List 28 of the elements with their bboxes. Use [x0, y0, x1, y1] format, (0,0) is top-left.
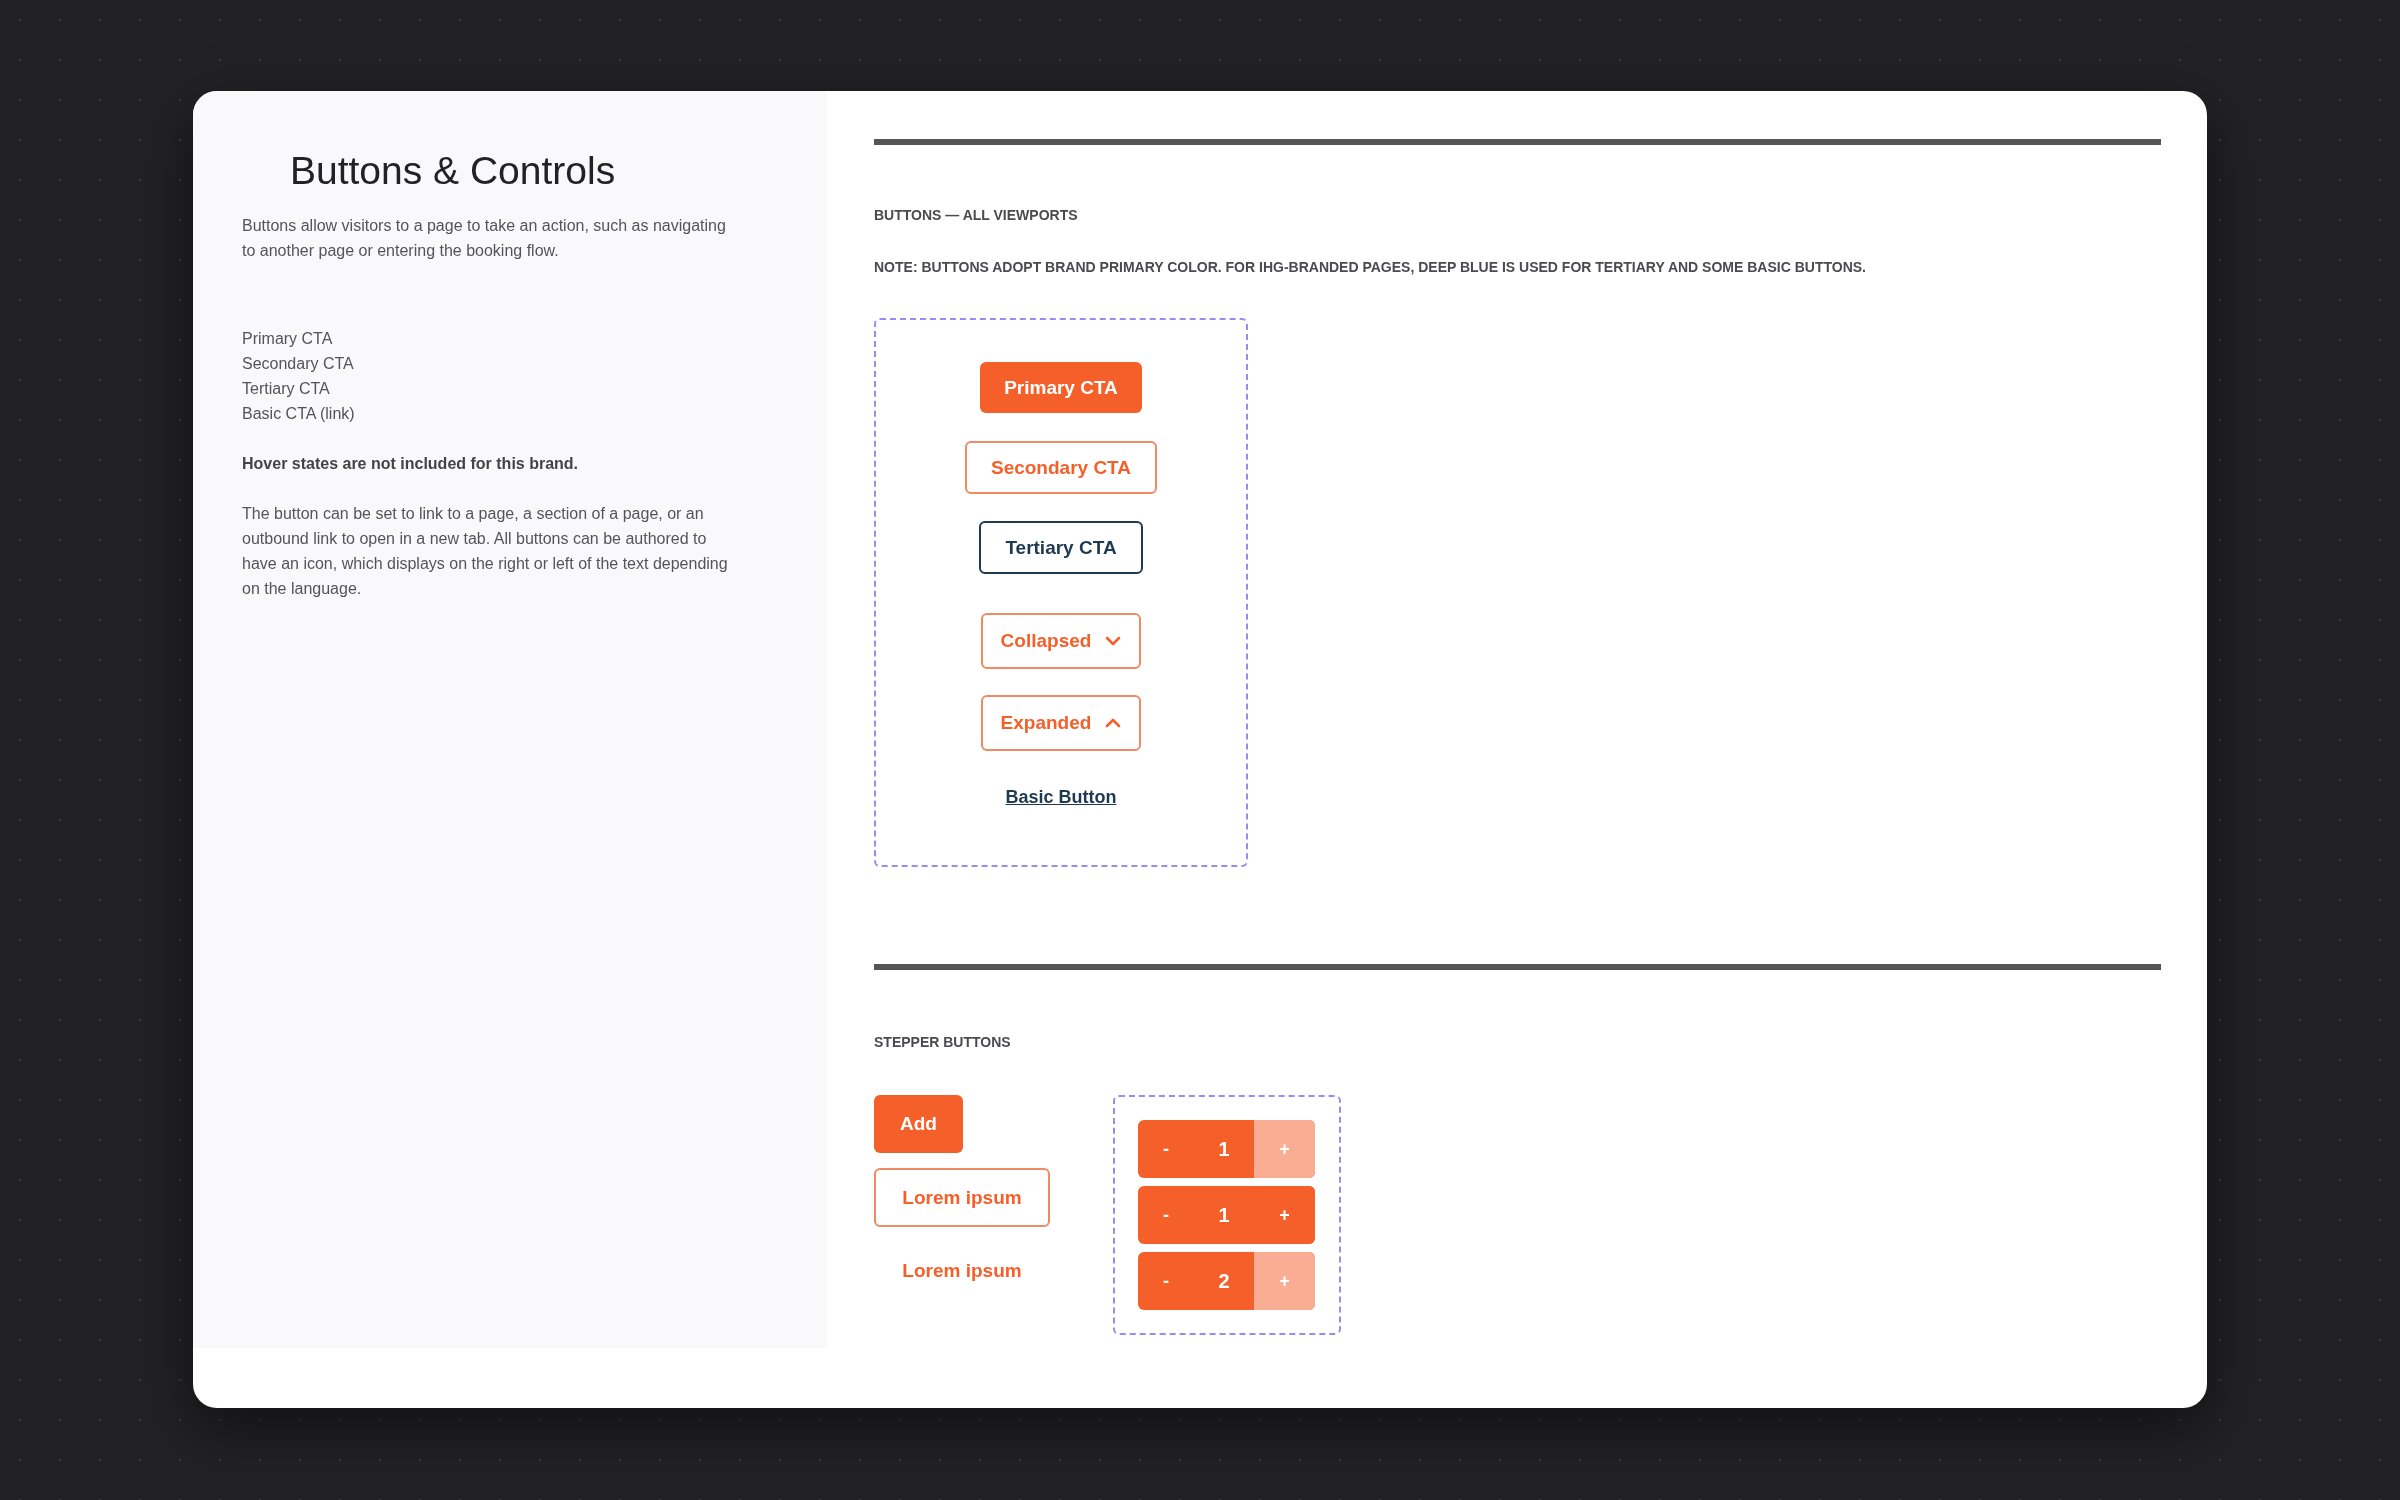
stepper-value: 2 — [1217, 1268, 1231, 1294]
page-title: Buttons & Controls — [290, 149, 617, 193]
decrement-button[interactable]: - — [1138, 1120, 1194, 1178]
dropdown-button[interactable]: Expanded — [980, 695, 1142, 751]
decrement-button[interactable]: - — [1138, 1186, 1194, 1244]
chevron-up-icon — [1105, 718, 1122, 728]
dropdown-button[interactable]: Collapsed — [980, 613, 1142, 669]
hover-note: Hover states are not included for this brand. — [242, 454, 580, 474]
section-title: STEPPER BUTTONS — [874, 1034, 1011, 1050]
intro-paragraph: Buttons allow visitors to a page to take an action, such as navigating to another page or entering the booking flow. — [242, 216, 727, 261]
button-type-item: Tertiary CTA — [242, 379, 331, 399]
secondary-button[interactable]: Secondary CTA — [964, 441, 1158, 494]
button-type-item: Secondary CTA — [242, 354, 355, 374]
text-button[interactable]: Lorem ipsum — [874, 1242, 1050, 1300]
stepper-value: 1 — [1217, 1136, 1231, 1162]
primary-button[interactable]: Primary CTA — [980, 362, 1142, 413]
details-paragraph: The button can be set to link to a page, a section of a page, or an outbound link to open in a new tab. All buttons can be authored to have an icon, which displays on the right or left of the text depending on the language. — [242, 504, 729, 599]
button-type-item: Primary CTA — [242, 329, 334, 349]
tertiary-button[interactable]: Tertiary CTA — [979, 521, 1143, 574]
decrement-button[interactable]: - — [1138, 1252, 1194, 1310]
outline-button[interactable]: Lorem ipsum — [874, 1168, 1050, 1227]
stepper-value: 1 — [1217, 1202, 1231, 1228]
add-button[interactable]: Add — [874, 1095, 963, 1153]
button-type-item: Basic CTA (link) — [242, 404, 356, 424]
chevron-down-icon — [1105, 636, 1122, 646]
section-title: BUTTONS — ALL VIEWPORTS — [874, 207, 1078, 223]
basic-link-button[interactable]: Basic Button — [1005, 787, 1117, 808]
section-note: NOTE: BUTTONS ADOPT BRAND PRIMARY COLOR. FOR IHG-BRANDED PAGES, DEEP BLUE IS USED FOR TERTIARY AND SOME BASIC BUTTONS. — [874, 259, 1866, 275]
